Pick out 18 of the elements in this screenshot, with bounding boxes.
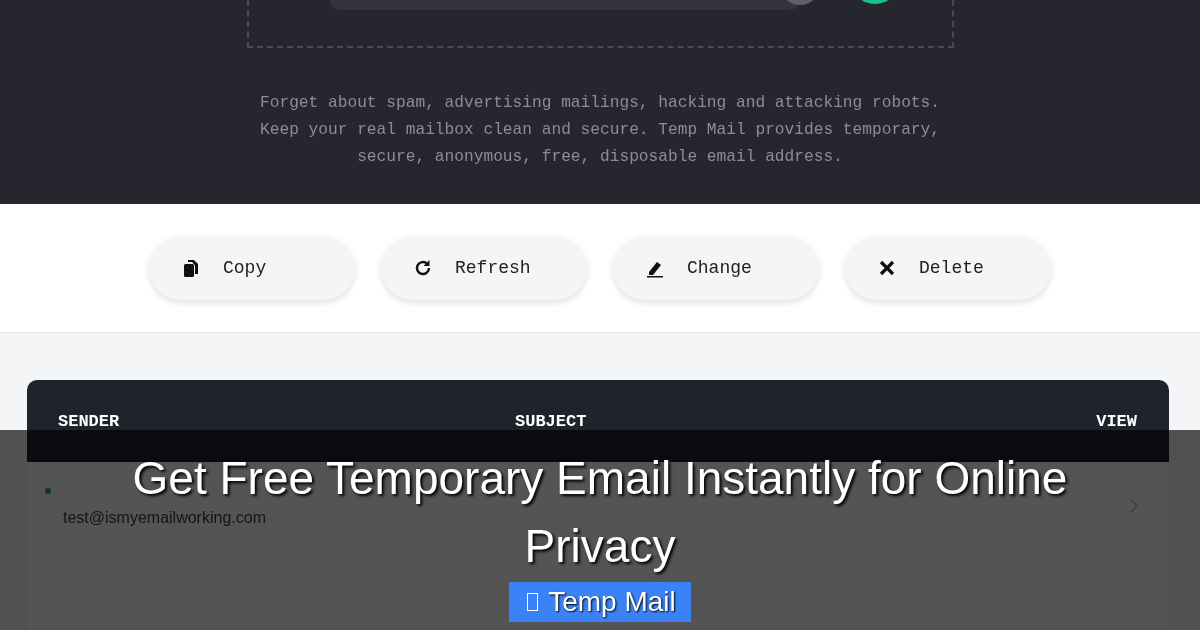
caption-title-line: Privacy	[524, 519, 676, 574]
refresh-icon	[413, 258, 433, 278]
column-header: SUBJECT	[515, 411, 588, 431]
column-header: VIEW	[1096, 411, 1137, 431]
close-icon	[877, 258, 897, 278]
copy-icon	[181, 258, 201, 278]
caption-title-line: Get Free Temporary Email Instantly for Online	[132, 451, 1068, 506]
email-field[interactable]	[330, 0, 800, 10]
missing-glyph-icon	[527, 593, 539, 611]
sender-email: test@ismyemailworking.com	[63, 508, 267, 528]
status-dot	[45, 488, 51, 494]
action-button[interactable]: Change	[613, 236, 819, 300]
tag-label: Temp Mail	[548, 586, 676, 618]
column-header: SENDER	[58, 411, 121, 431]
action-button[interactable]: Delete	[845, 236, 1051, 300]
description: Forget about spam, advertising mailings, hacking and attacking robots. Keep your real mailbox clean and secure. Temp Mail provides temporary, secure, anonymous, free, disposable email address.	[259, 93, 941, 168]
action-button[interactable]: Copy	[149, 236, 355, 300]
action-button[interactable]: Refresh	[381, 236, 587, 300]
